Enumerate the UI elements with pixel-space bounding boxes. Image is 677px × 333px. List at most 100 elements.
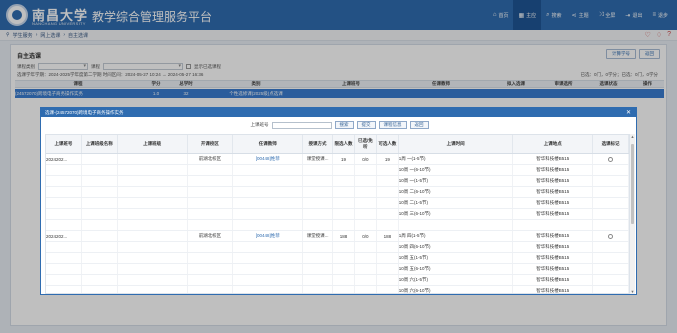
table-cell (593, 264, 629, 274)
table-cell (118, 253, 188, 263)
table-cell: 10周 五(6-10节) (399, 264, 514, 274)
table-row: 10周 二(6-10节) 智华科技楼B515 (46, 187, 629, 198)
course-info-button[interactable]: 课程信息 (378, 121, 407, 129)
table-cell (46, 165, 82, 175)
column-header: 上课时间 (399, 135, 514, 153)
table-cell (333, 176, 355, 186)
table-cell (333, 286, 355, 293)
table-cell (233, 253, 304, 263)
table-cell (593, 242, 629, 252)
table-cell (82, 242, 118, 252)
table-row: 10周 六(6-10节) 智华科技楼B515 (46, 286, 629, 293)
table-cell: 智华科技楼B515 (513, 275, 594, 285)
table-cell (118, 198, 188, 208)
table-cell: 智华科技楼B515 (513, 198, 594, 208)
table-cell (399, 220, 514, 230)
table-cell (188, 220, 234, 230)
table-cell (188, 187, 234, 197)
table-cell: 课堂授课... (303, 154, 334, 164)
table-cell (118, 231, 188, 241)
table-cell (377, 275, 399, 285)
table-row: 2024202... 前湖北校区 [00448]姓菲 课堂授课... 188 0/0 188… (46, 231, 629, 242)
table-cell: 10周 三(6-10节) (399, 209, 514, 219)
column-header: 上课班级名称 (82, 135, 118, 153)
table-cell: 智华科技楼B515 (513, 231, 594, 241)
table-cell (355, 275, 377, 285)
table-cell (233, 264, 304, 274)
table-cell (82, 154, 118, 164)
table-cell (188, 198, 234, 208)
table-cell (333, 209, 355, 219)
table-cell: 智华科技楼B515 (513, 209, 594, 219)
table-cell (233, 209, 304, 219)
table-cell (118, 165, 188, 175)
class-selection-modal: 选课-(24572070)跨境电子商务操作实务 ✕ 上课班号 搜索 提交 课程信… (40, 107, 637, 295)
table-cell (82, 231, 118, 241)
table-cell (303, 165, 334, 175)
table-row: 10周 三(6-10节) 智华科技楼B515 (46, 209, 629, 220)
class-table: 上课班号 上课班级名称 上课班级 开课校区 任课教师 授课方式 限选人数 已选/免听 可选人数上… (45, 134, 630, 294)
scroll-up-icon[interactable]: ▲ (630, 134, 635, 139)
select-radio[interactable] (608, 156, 614, 162)
table-cell: 智华科技楼B515 (513, 187, 594, 197)
table-cell: 19 (333, 154, 355, 164)
column-header: 选课标记 (593, 135, 629, 153)
table-cell (355, 165, 377, 175)
table-cell (233, 220, 304, 230)
submit-button[interactable]: 提交 (356, 121, 376, 129)
table-cell (355, 187, 377, 197)
table-cell (118, 242, 188, 252)
table-row: 10周 五(1-5节) 智华科技楼B515 (46, 253, 629, 264)
scroll-down-icon[interactable]: ▼ (630, 289, 635, 294)
table-cell: 10周 一(6-10节) (399, 165, 514, 175)
table-cell (355, 220, 377, 230)
table-cell (303, 187, 334, 197)
table-cell (188, 286, 234, 293)
table-cell (377, 165, 399, 175)
table-cell (118, 209, 188, 219)
column-header: 开课校区 (188, 135, 234, 153)
table-cell (377, 176, 399, 186)
table-cell (82, 253, 118, 263)
table-cell (303, 286, 334, 293)
table-cell (333, 198, 355, 208)
class-number-input[interactable] (271, 121, 332, 129)
table-cell (377, 242, 399, 252)
table-cell (333, 220, 355, 230)
table-cell (303, 264, 334, 274)
class-number-label: 上课班号 (250, 122, 269, 127)
teacher-link[interactable]: [00448]姓菲 (233, 154, 304, 164)
table-cell (46, 253, 82, 263)
table-cell: 10周 二(1-5节) (399, 198, 514, 208)
table-cell (46, 286, 82, 293)
table-cell (118, 187, 188, 197)
table-cell (333, 253, 355, 263)
table-scrollbar[interactable]: ▲ ▼ (630, 134, 635, 294)
table-cell (377, 286, 399, 293)
table-cell (355, 198, 377, 208)
table-cell (118, 286, 188, 293)
table-cell (355, 176, 377, 186)
table-cell (82, 220, 118, 230)
table-cell (46, 220, 82, 230)
column-header: 授课方式 (303, 135, 333, 153)
table-cell (303, 176, 334, 186)
select-radio[interactable] (608, 233, 614, 239)
modal-header: 选课-(24572070)跨境电子商务操作实务 ✕ (41, 108, 636, 117)
table-cell (303, 275, 334, 285)
teacher-link[interactable]: [00448]姓菲 (233, 231, 304, 241)
column-header: 任课教师 (233, 135, 304, 153)
table-cell (333, 264, 355, 274)
table-cell: 前湖北校区 (188, 154, 234, 164)
table-row: 10周 一(1-5节) 智华科技楼B515 (46, 176, 629, 187)
table-cell (233, 242, 304, 252)
table-cell (82, 286, 118, 293)
table-cell (46, 275, 82, 285)
table-cell: 智华科技楼B515 (513, 264, 594, 274)
close-icon[interactable]: ✕ (626, 109, 631, 116)
table-cell (233, 198, 304, 208)
scroll-thumb[interactable] (631, 144, 634, 224)
table-cell (118, 176, 188, 186)
search-button[interactable]: 搜索 (334, 121, 354, 129)
modal-back-button[interactable]: 返回 (409, 121, 429, 129)
